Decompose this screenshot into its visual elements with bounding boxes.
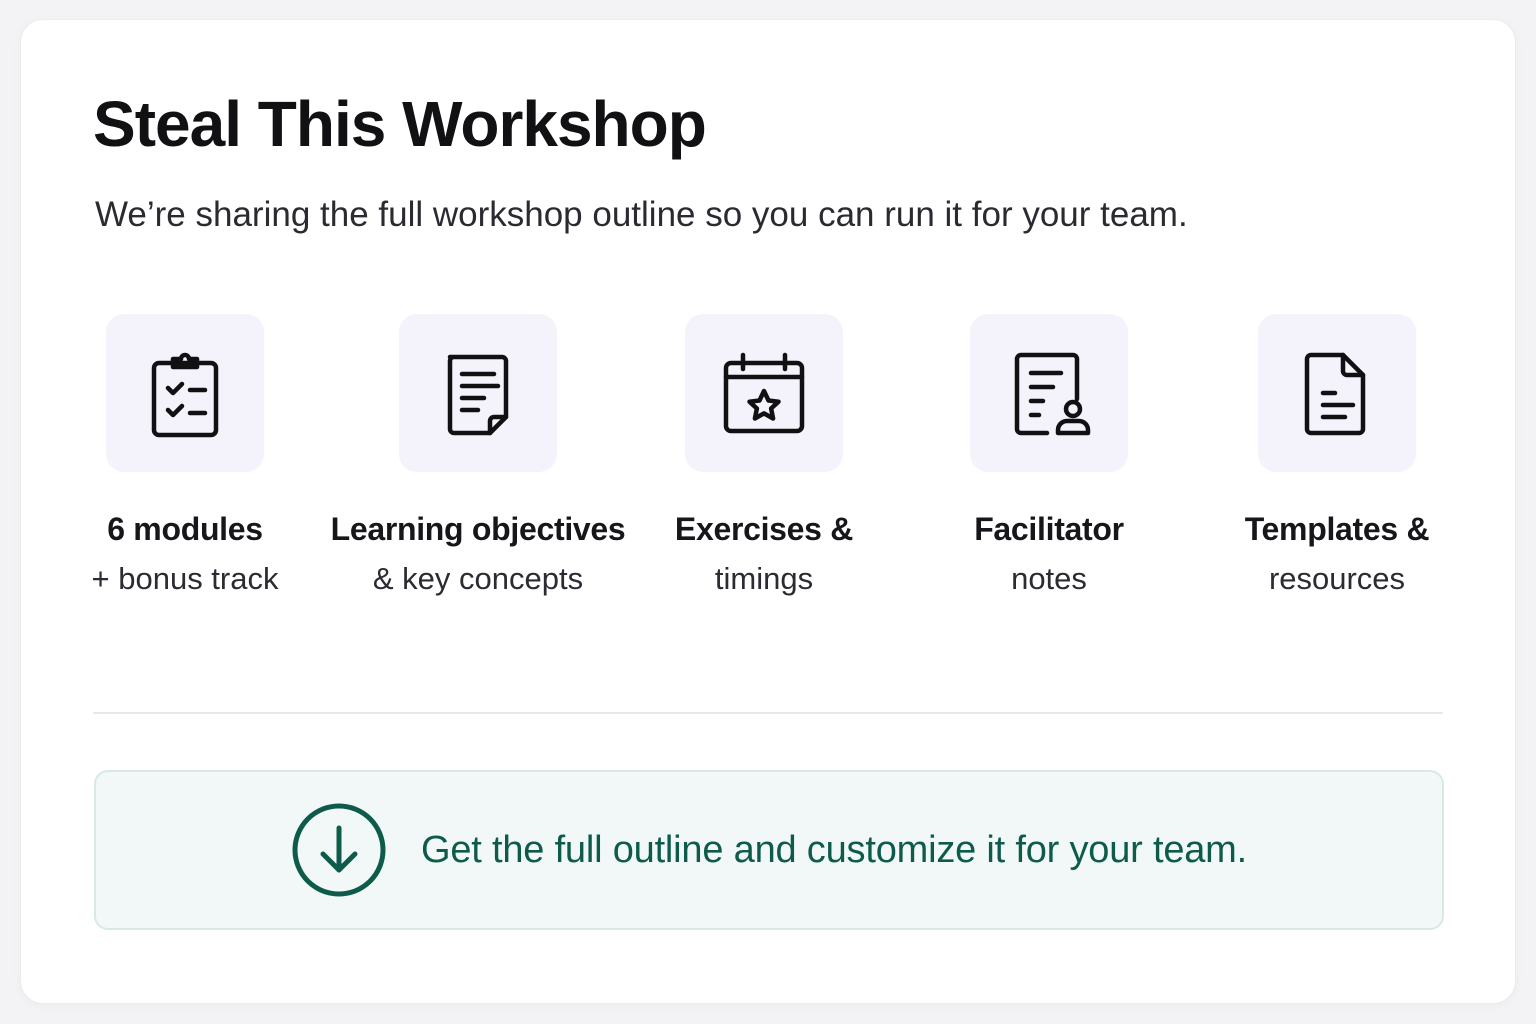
feature-title: Exercises & (674, 511, 854, 547)
feature-subtitle: + bonus track (91, 561, 279, 597)
section-divider (93, 712, 1443, 714)
document-person-icon (1014, 352, 1091, 436)
feature-item-objectives: Learning objectives & key concepts (318, 314, 638, 598)
feature-icon-tile (399, 314, 557, 472)
download-outline-button[interactable]: Get the full outline and customize it fo… (94, 770, 1444, 930)
feature-icon-tile (970, 314, 1128, 472)
feature-title: Learning objectives (330, 511, 626, 547)
page-title: Steal This Workshop (93, 88, 707, 160)
feature-icon-tile (685, 314, 843, 472)
feature-subtitle: notes (1011, 561, 1087, 597)
feature-item-facilitator: Facilitator notes (889, 314, 1209, 598)
page-subtitle: We’re sharing the full workshop outline … (95, 195, 1188, 234)
document-lines-icon (447, 354, 509, 436)
feature-item-modules: 6 modules + bonus track (25, 314, 345, 598)
calendar-star-icon (723, 352, 805, 434)
feature-item-exercises: Exercises & timings (604, 314, 924, 598)
feature-item-templates: Templates & resources (1177, 314, 1497, 598)
feature-title: 6 modules (107, 511, 263, 547)
feature-title: Facilitator (974, 511, 1124, 547)
download-arrow-icon (291, 802, 387, 898)
feature-subtitle: & key concepts (372, 561, 584, 597)
feature-subtitle: resources (1268, 561, 1406, 597)
clipboard-checklist-icon (151, 352, 219, 438)
download-outline-label: Get the full outline and customize it fo… (420, 828, 1247, 871)
feature-icon-tile (106, 314, 264, 472)
workshop-card: Steal This Workshop We’re sharing the fu… (21, 20, 1515, 1003)
feature-icon-tile (1258, 314, 1416, 472)
feature-title: Templates & (1244, 511, 1430, 547)
feature-subtitle: timings (714, 561, 814, 597)
file-text-icon (1304, 352, 1366, 436)
